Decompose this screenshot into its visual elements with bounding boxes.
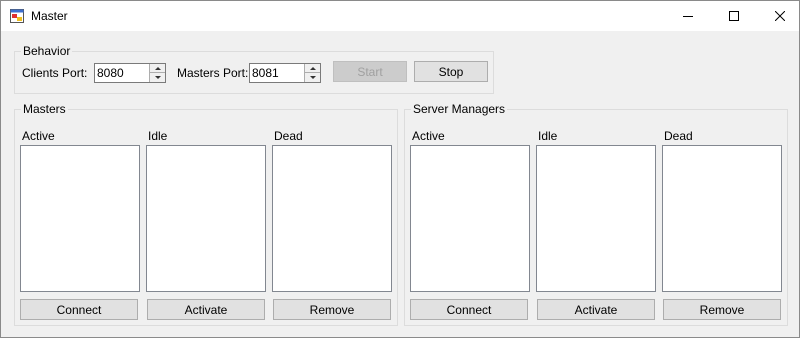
masters-active-label: Active [22,129,55,143]
arrow-down-icon [309,76,316,79]
app-window-icon [10,9,24,23]
server-managers-active-list[interactable] [410,145,530,292]
masters-activate-button[interactable]: Activate [147,299,265,320]
masters-port-label: Masters Port: [177,66,249,80]
clients-port-label: Clients Port: [22,66,88,80]
arrow-up-icon [154,66,161,70]
masters-idle-list[interactable] [146,145,266,292]
masters-port-stepper[interactable] [249,63,321,83]
server-managers-remove-button[interactable]: Remove [663,299,781,320]
server-managers-dead-label: Dead [664,129,693,143]
maximize-button[interactable] [711,1,757,31]
masters-legend: Masters [23,102,66,116]
window-title: Master [31,9,68,23]
title-bar[interactable]: Master [1,1,799,31]
masters-remove-button[interactable]: Remove [273,299,391,320]
close-icon [775,11,785,21]
masters-connect-button[interactable]: Connect [20,299,138,320]
clients-port-up-button[interactable] [150,64,165,73]
minimize-button[interactable] [665,1,711,31]
maximize-icon [729,11,739,21]
server-managers-connect-button[interactable]: Connect [410,299,528,320]
clients-port-input[interactable] [95,64,151,82]
arrow-down-icon [154,76,161,79]
start-button[interactable]: Start [333,61,407,82]
clients-port-stepper[interactable] [94,63,166,83]
server-managers-activate-button[interactable]: Activate [537,299,655,320]
behavior-legend: Behavior [23,44,71,58]
masters-port-down-button[interactable] [305,73,320,82]
close-button[interactable] [757,1,802,31]
server-managers-legend: Server Managers [413,102,506,116]
masters-dead-label: Dead [274,129,303,143]
clients-port-down-button[interactable] [150,73,165,82]
stop-button[interactable]: Stop [414,61,488,82]
server-managers-active-label: Active [412,129,445,143]
server-managers-idle-list[interactable] [536,145,656,292]
masters-port-input[interactable] [250,64,306,82]
arrow-up-icon [309,66,316,70]
masters-dead-list[interactable] [272,145,392,292]
masters-port-up-button[interactable] [305,64,320,73]
server-managers-idle-label: Idle [538,129,558,143]
masters-idle-label: Idle [148,129,168,143]
masters-active-list[interactable] [20,145,140,292]
minimize-icon [683,16,693,17]
master-window: Master Behavior Clients Port: 8080 Maste… [0,0,800,338]
server-managers-dead-list[interactable] [662,145,782,292]
